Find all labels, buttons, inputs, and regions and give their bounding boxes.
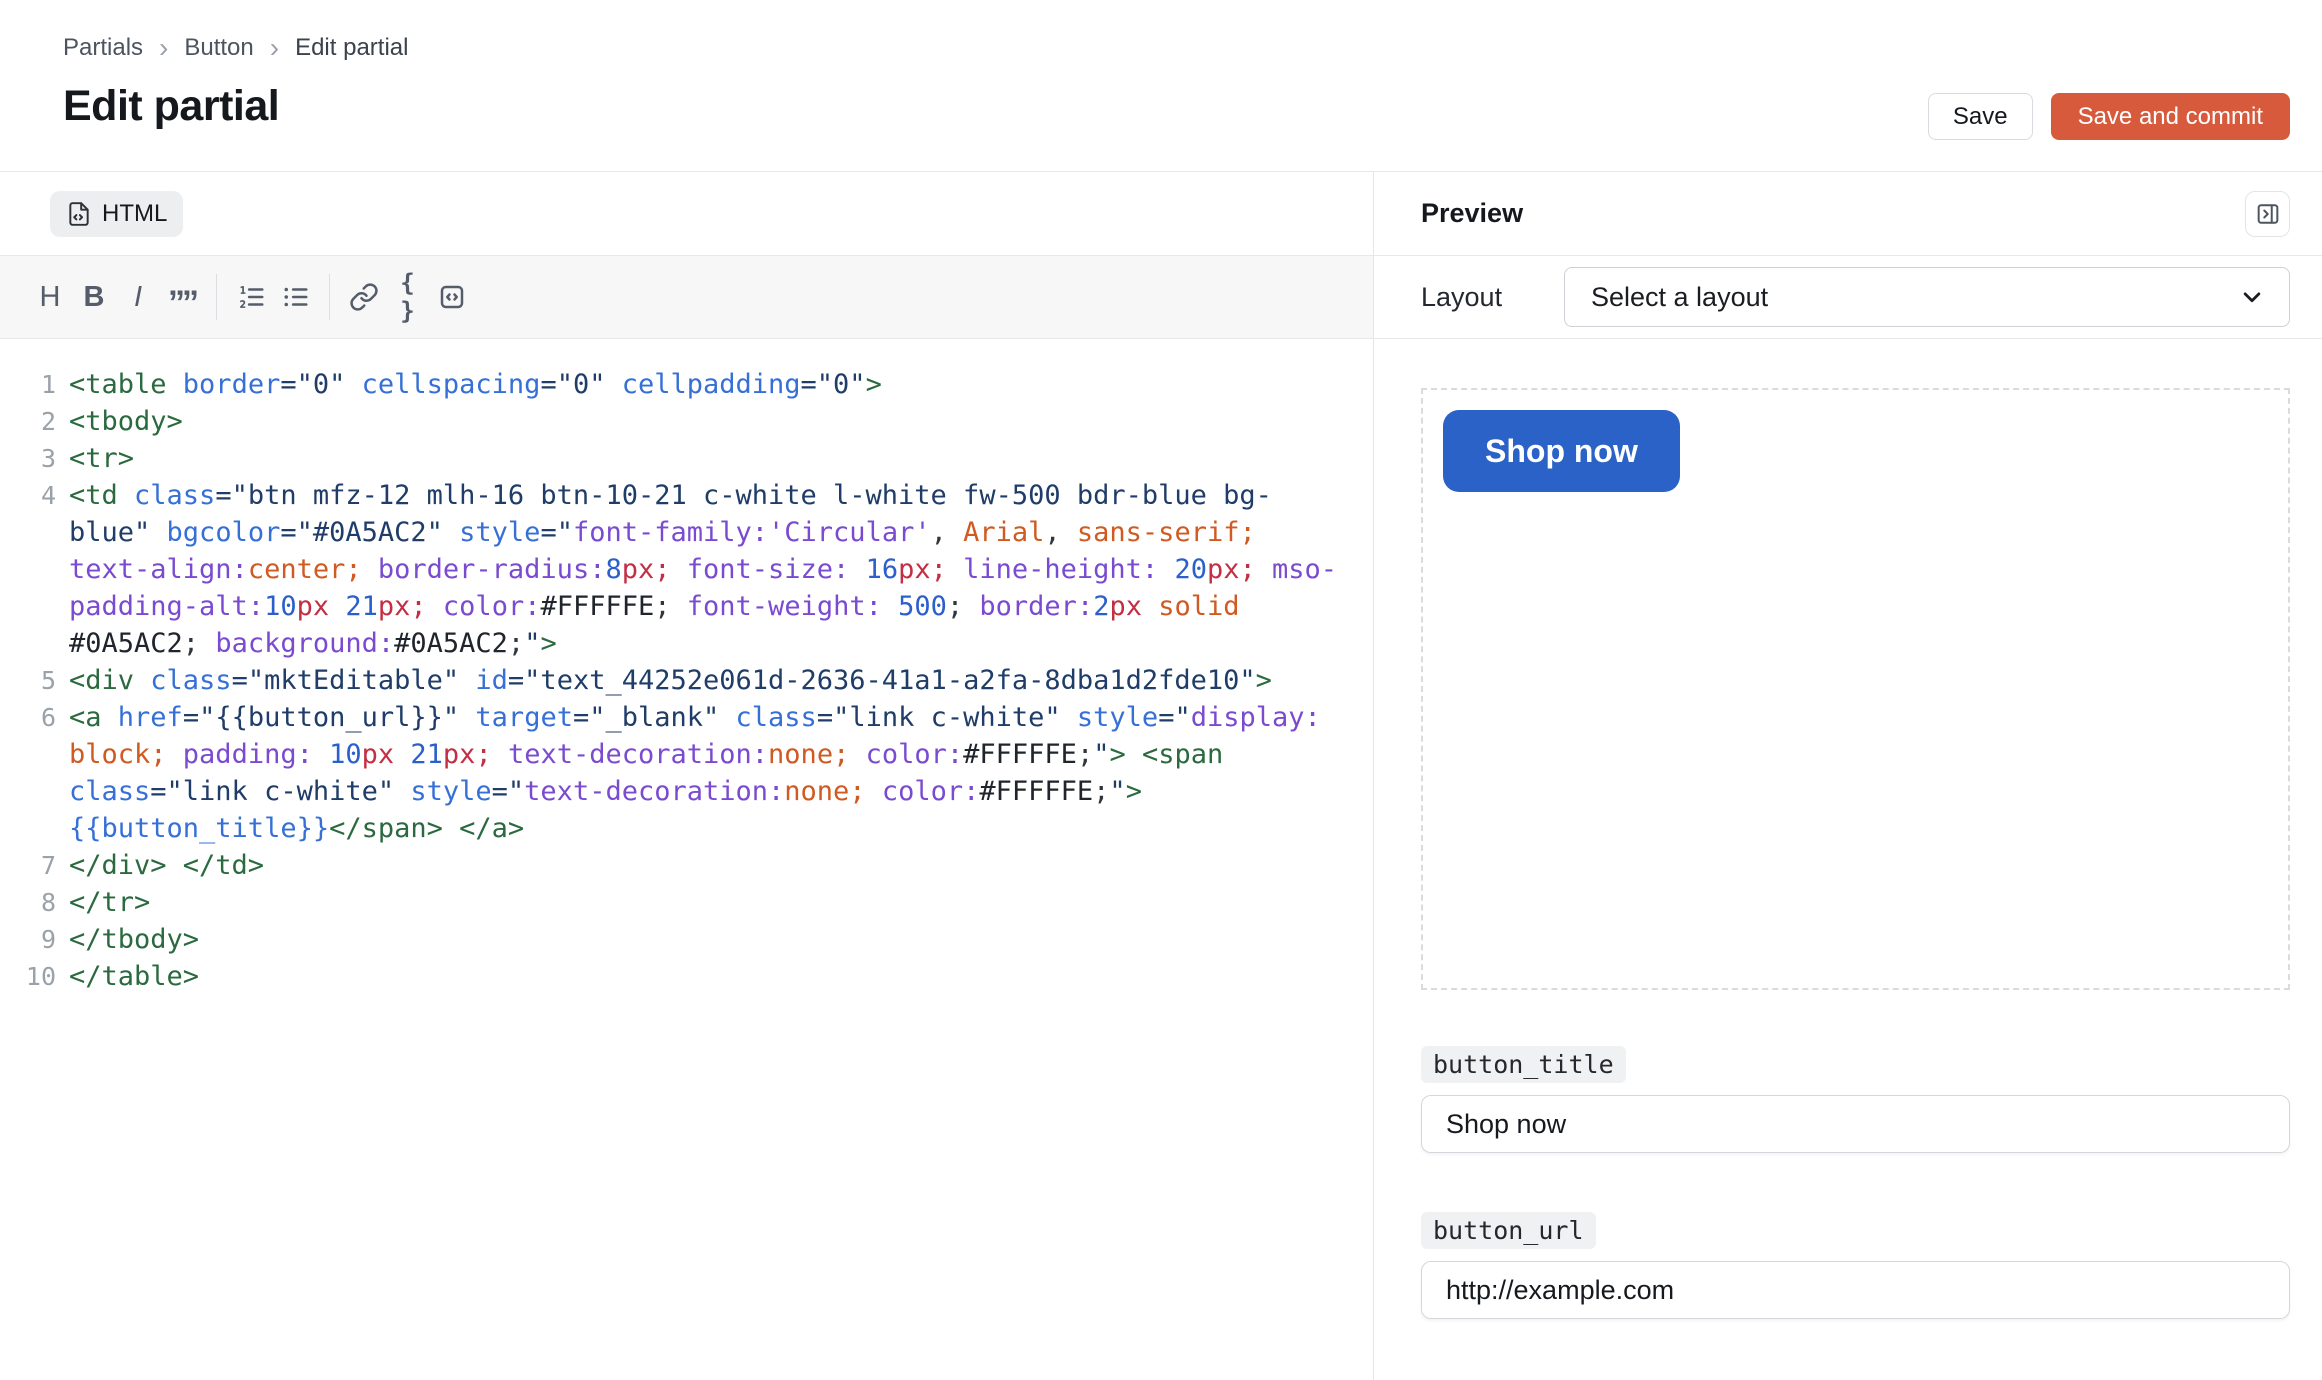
preview-title: Preview <box>1421 198 1524 228</box>
layout-select-value: Select a layout <box>1591 281 1769 312</box>
breadcrumb-item-partials[interactable]: Partials <box>63 34 143 62</box>
tab-html-label: HTML <box>102 199 168 227</box>
italic-icon: I <box>133 280 143 313</box>
code-line: 3 <tr> <box>40 443 135 474</box>
main-content: HTML H B I ”” 1 2 {} 1 <table border="0… <box>0 172 2322 1380</box>
chevron-down-icon <box>2243 292 2261 303</box>
blockquote-button[interactable]: ”” <box>160 271 204 323</box>
field-label-button-title: button_title <box>1421 1046 1626 1083</box>
code-line: 7 </div> </td> <box>40 850 265 881</box>
page-title: Edit partial <box>63 82 280 130</box>
button-url-input[interactable] <box>1421 1261 2290 1319</box>
code-line: 1 <table border="0" cellspacing="0" cellp… <box>40 369 882 400</box>
preview-header: Preview <box>1374 172 2322 256</box>
code-line: 6 <a href="{{button_url}}" target="_blank… <box>40 702 1321 844</box>
preview-pane: Preview Layout Select a layout Shop now <box>1374 172 2322 1380</box>
layout-label: Layout <box>1421 281 1503 312</box>
collapse-panel-button[interactable] <box>2245 190 2290 237</box>
heading-icon: H <box>39 280 61 313</box>
heading-button[interactable]: H <box>28 271 72 323</box>
tab-html[interactable]: HTML <box>50 190 184 237</box>
unordered-list-icon <box>284 287 308 307</box>
editor-tab-row: HTML <box>0 172 1373 256</box>
header-actions: Save Save and commit <box>1927 93 2290 140</box>
svg-text:2: 2 <box>240 300 246 311</box>
ordered-list-icon: 1 2 <box>239 285 264 311</box>
formatting-toolbar: H B I ”” 1 2 {} <box>0 256 1373 339</box>
button-title-input[interactable] <box>1421 1095 2290 1153</box>
link-icon <box>350 283 378 311</box>
file-code-icon <box>69 201 89 226</box>
breadcrumb: Partials › Button › Edit partial <box>63 34 408 62</box>
save-and-commit-button[interactable]: Save and commit <box>2050 93 2290 140</box>
code-line: 4 <td class="btn mfz-12 mlh-16 btn-10-21 … <box>40 480 1338 659</box>
field-group-button-url: button_url <box>1421 1212 2290 1319</box>
layout-select[interactable]: Select a layout <box>1564 267 2290 327</box>
preview-shop-now-button[interactable]: Shop now <box>1443 410 1680 492</box>
code-block-icon <box>440 285 464 309</box>
code-line: 10 </table> <box>25 961 200 992</box>
toolbar-divider <box>216 274 217 320</box>
preview-content: Shop now button_title button_url <box>1374 339 2322 1319</box>
code-line: 9 </tbody> <box>40 924 200 955</box>
breadcrumb-item-button[interactable]: Button <box>184 34 253 62</box>
svg-text:1: 1 <box>240 285 246 296</box>
field-label-button-url: button_url <box>1421 1212 1596 1249</box>
breadcrumb-chevron-icon: › <box>269 32 280 63</box>
link-button[interactable] <box>342 271 386 323</box>
bold-icon: B <box>83 280 105 313</box>
breadcrumb-item-edit-partial: Edit partial <box>295 34 409 61</box>
field-group-button-title: button_title <box>1421 1046 2290 1153</box>
blockquote-icon: ”” <box>168 284 199 322</box>
unordered-list-button[interactable] <box>273 271 317 323</box>
code-block-button[interactable] <box>430 271 474 323</box>
code-editor[interactable]: 1 <table border="0" cellspacing="0" cellp… <box>0 339 1373 995</box>
email-preview-area: Shop now <box>1421 388 2290 990</box>
editor-pane: HTML H B I ”” 1 2 {} 1 <table border="0… <box>0 172 1374 1380</box>
code-line: 5 <div class="mktEditable" id="text_44252… <box>40 665 1272 696</box>
ordered-list-button[interactable]: 1 2 <box>229 271 273 323</box>
breadcrumb-chevron-icon: › <box>159 32 169 63</box>
toolbar-divider <box>329 274 330 320</box>
save-button[interactable]: Save <box>1927 93 2033 140</box>
code-lines: 1 <table border="0" cellspacing="0" cellp… <box>0 366 1373 995</box>
braces-button[interactable]: { } <box>386 269 430 325</box>
layout-row: Layout Select a layout <box>1374 256 2322 339</box>
code-line: 2 <tbody> <box>40 406 183 437</box>
bold-button[interactable]: B <box>72 271 116 323</box>
braces-icon: { } <box>400 269 416 325</box>
italic-button[interactable]: I <box>116 271 160 323</box>
page-header: Partials › Button › Edit partial Edit pa… <box>0 0 2322 172</box>
code-line: 8 </tr> <box>40 887 151 918</box>
collapse-panel-icon <box>2257 203 2278 224</box>
